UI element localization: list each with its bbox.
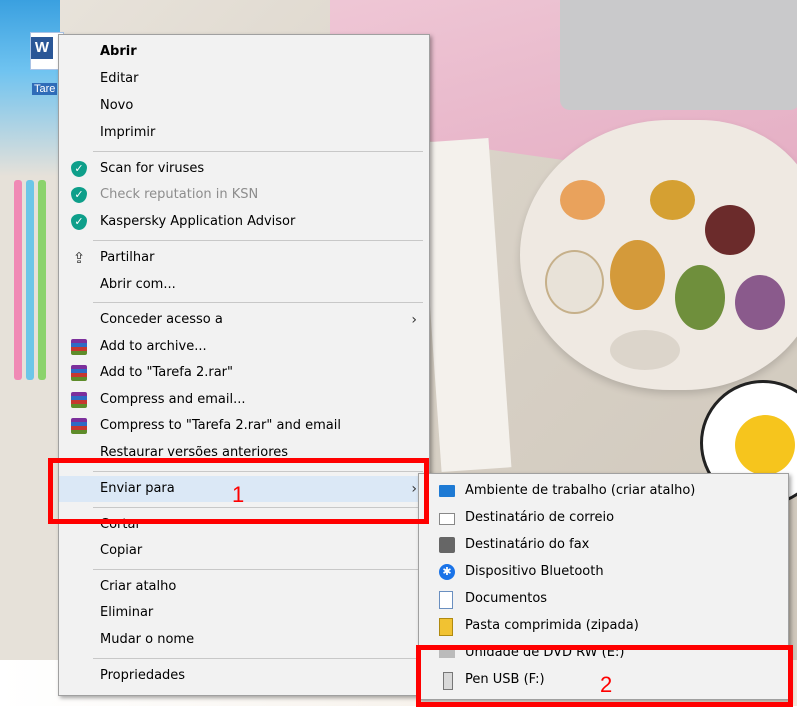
menu-item-label: Partilhar [100, 250, 155, 265]
kaspersky-shield-icon: ✓ [71, 161, 87, 177]
wallpaper-laptop [560, 0, 797, 110]
zip-folder-icon [439, 618, 453, 636]
menu-item-label: Criar atalho [100, 579, 177, 594]
menu-item-label: Copiar [100, 543, 143, 558]
menu-item-compress-to-rar-and-email[interactable]: Compress to "Tarefa 2.rar" and email [59, 413, 429, 439]
menu-item-label: Mudar o nome [100, 632, 195, 647]
menu-item-label: Check reputation in KSN [100, 187, 259, 202]
wallpaper-sun-center [735, 415, 795, 475]
menu-item-compress-and-email[interactable]: Compress and email... [59, 387, 429, 413]
send-to-desktop[interactable]: Ambiente de trabalho (criar atalho) [419, 478, 788, 504]
wallpaper-paint [610, 240, 665, 310]
winrar-icon [71, 418, 87, 434]
menu-item-copiar[interactable]: Copiar [59, 538, 429, 564]
desktop-icon [439, 485, 455, 497]
wallpaper-pencil [14, 180, 22, 380]
menu-item-propriedades[interactable]: Propriedades [59, 663, 429, 689]
menu-item-label: Imprimir [100, 125, 156, 140]
kaspersky-shield-icon: ✓ [71, 214, 87, 230]
menu-separator [93, 151, 423, 152]
fax-icon [439, 537, 455, 553]
context-menu: Abrir Editar Novo Imprimir ✓ Scan for vi… [58, 34, 430, 696]
menu-item-add-to-rar[interactable]: Add to "Tarefa 2.rar" [59, 360, 429, 386]
menu-item-scan-for-viruses[interactable]: ✓ Scan for viruses [59, 156, 429, 182]
menu-item-label: Ambiente de trabalho (criar atalho) [465, 483, 696, 498]
menu-item-label: Dispositivo Bluetooth [465, 564, 604, 579]
chevron-right-icon: › [411, 312, 417, 328]
menu-item-label: Pasta comprimida (zipada) [465, 618, 639, 633]
menu-item-label: Abrir com... [100, 277, 176, 292]
wallpaper-paint [675, 265, 725, 330]
menu-item-label: Eliminar [100, 605, 154, 620]
menu-item-label: Destinatário do fax [465, 537, 590, 552]
menu-item-label: Kaspersky Application Advisor [100, 214, 296, 229]
menu-item-kaspersky-advisor[interactable]: ✓ Kaspersky Application Advisor [59, 209, 429, 235]
winrar-icon [71, 339, 87, 355]
menu-item-label: Conceder acesso a [100, 312, 223, 327]
menu-separator [93, 658, 423, 659]
menu-item-label: Add to archive... [100, 339, 207, 354]
send-to-bluetooth[interactable]: ✱ Dispositivo Bluetooth [419, 559, 788, 585]
menu-item-imprimir[interactable]: Imprimir [59, 120, 429, 146]
winrar-icon [71, 365, 87, 381]
menu-item-label: Scan for viruses [100, 161, 205, 176]
wallpaper-paper [418, 137, 512, 473]
send-to-documents[interactable]: Documentos [419, 586, 788, 612]
menu-separator [93, 569, 423, 570]
menu-separator [93, 240, 423, 241]
menu-item-abrir[interactable]: Abrir [59, 39, 429, 65]
winrar-icon [71, 392, 87, 408]
wallpaper-paint [705, 205, 755, 255]
wallpaper-paint [560, 180, 605, 220]
menu-item-check-reputation: ✓ Check reputation in KSN [59, 182, 429, 208]
word-logo-icon: W [31, 37, 53, 59]
menu-item-label: Compress and email... [100, 392, 246, 407]
wallpaper-pencil [38, 180, 46, 380]
menu-item-abrir-com[interactable]: Abrir com... [59, 272, 429, 298]
menu-item-label: Propriedades [100, 668, 186, 683]
send-to-zip-folder[interactable]: Pasta comprimida (zipada) [419, 613, 788, 639]
menu-item-label: Destinatário de correio [465, 510, 615, 525]
wallpaper-paint [735, 275, 785, 330]
mail-icon [439, 513, 455, 525]
annotation-number-2: 2 [600, 672, 613, 697]
menu-item-conceder-acesso[interactable]: Conceder acesso a › [59, 307, 429, 333]
menu-item-criar-atalho[interactable]: Criar atalho [59, 574, 429, 600]
wallpaper-paint [545, 250, 604, 314]
menu-item-mudar-nome[interactable]: Mudar o nome [59, 627, 429, 653]
menu-item-label: Documentos [465, 591, 548, 606]
wallpaper-pencil [26, 180, 34, 380]
kaspersky-shield-icon: ✓ [71, 187, 87, 203]
share-icon: ⇪ [72, 249, 86, 267]
menu-item-novo[interactable]: Novo [59, 93, 429, 119]
menu-item-label: Editar [100, 71, 139, 86]
documents-icon [439, 591, 453, 609]
annotation-number-1: 1 [232, 482, 245, 507]
menu-item-label: Add to "Tarefa 2.rar" [100, 365, 233, 380]
send-to-fax-recipient[interactable]: Destinatário do fax [419, 532, 788, 558]
bluetooth-icon: ✱ [439, 564, 455, 580]
menu-item-eliminar[interactable]: Eliminar [59, 600, 429, 626]
send-to-mail-recipient[interactable]: Destinatário de correio [419, 505, 788, 531]
menu-separator [93, 302, 423, 303]
menu-item-add-to-archive[interactable]: Add to archive... [59, 334, 429, 360]
wallpaper-paint [610, 330, 680, 370]
menu-item-label: Abrir [100, 44, 137, 59]
wallpaper-paint [650, 180, 695, 220]
menu-item-partilhar[interactable]: ⇪ Partilhar [59, 245, 429, 271]
menu-item-editar[interactable]: Editar [59, 66, 429, 92]
menu-item-label: Novo [100, 98, 134, 113]
desktop-file-label[interactable]: Tare [32, 83, 58, 95]
menu-item-label: Compress to "Tarefa 2.rar" and email [100, 418, 341, 433]
